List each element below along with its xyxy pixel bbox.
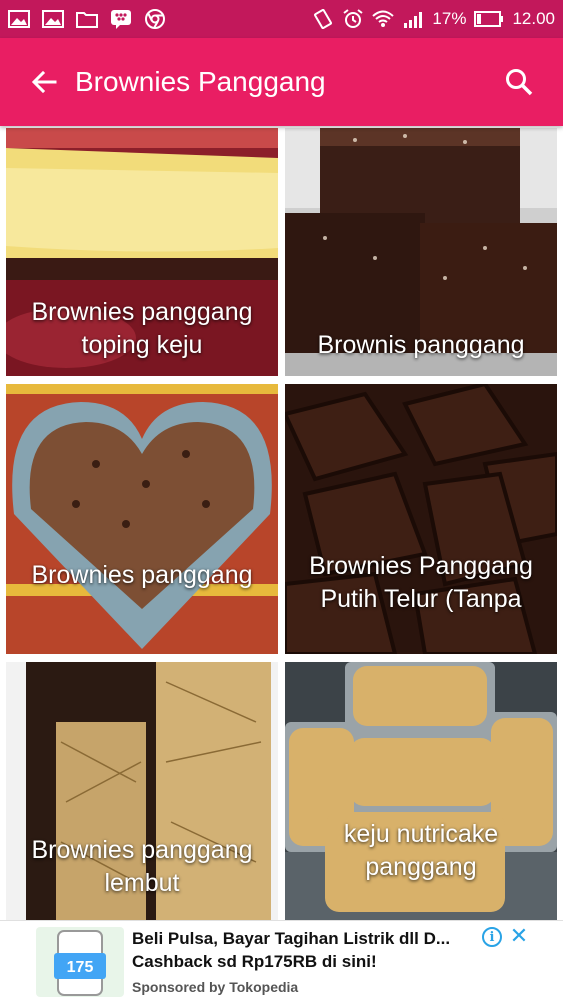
rotate-icon xyxy=(314,9,333,29)
gallery-icon xyxy=(8,10,30,28)
app-bar: Brownies Panggang xyxy=(0,38,563,126)
recipe-card[interactable]: Brownis panggang xyxy=(285,128,557,376)
signal-icon xyxy=(404,12,423,28)
ad-sponsor: Sponsored by Tokopedia xyxy=(132,979,299,995)
ad-image: 175 xyxy=(36,927,124,997)
folder-icon xyxy=(76,12,98,28)
bbm-icon xyxy=(111,10,131,29)
battery-icon xyxy=(474,11,504,27)
recipe-card[interactable]: Brownies panggang toping keju xyxy=(6,128,278,376)
recipe-grid: Brownies panggang toping keju Brownis pa… xyxy=(0,126,563,920)
recipe-title: Brownies panggang lembut xyxy=(31,836,253,897)
chrome-icon xyxy=(145,9,165,29)
ad-banner[interactable]: 175 Beli Pulsa, Bayar Tagihan Listrik dl… xyxy=(0,920,563,1000)
recipe-card[interactable]: Brownies panggang xyxy=(6,384,278,654)
battery-percent: 17% xyxy=(432,9,467,28)
ad-info-icon[interactable]: i xyxy=(482,927,502,947)
page-title: Brownies Panggang xyxy=(75,66,326,97)
recipe-title: keju nutricake panggang xyxy=(343,820,499,881)
recipe-card[interactable]: keju nutricake panggang xyxy=(285,662,557,920)
recipe-title: Brownies panggang xyxy=(31,561,253,589)
recipe-title: Brownies panggang toping keju xyxy=(31,298,253,359)
wifi-icon xyxy=(372,10,395,27)
recipe-title: Brownis panggang xyxy=(317,331,525,359)
search-button[interactable] xyxy=(475,38,563,126)
ad-thumb-label: 175 xyxy=(67,959,94,976)
ad-image-art: 175 xyxy=(36,927,124,997)
ad-headline: Beli Pulsa, Bayar Tagihan Listrik dll D.… xyxy=(132,929,451,971)
alarm-icon xyxy=(343,9,364,28)
status-bar: 17% 12.00 xyxy=(0,0,563,38)
recipe-card[interactable]: Brownies panggang lembut xyxy=(6,662,278,920)
gallery-icon xyxy=(42,10,64,28)
search-icon xyxy=(506,69,533,96)
recipe-card[interactable]: Brownies Panggang Putih Telur (Tanpa xyxy=(285,384,557,654)
ad-close-icon[interactable]: ✕ xyxy=(508,923,530,949)
recipe-title: Brownies Panggang Putih Telur (Tanpa xyxy=(309,552,533,613)
clock: 12.00 xyxy=(512,9,555,28)
